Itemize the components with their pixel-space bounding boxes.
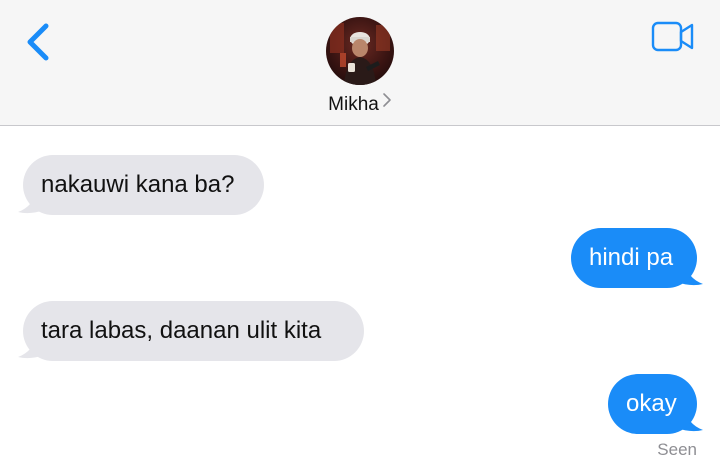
message-text: okay [626, 390, 677, 417]
avatar[interactable] [326, 17, 394, 85]
message-text: hindi pa [589, 244, 674, 271]
conversation-screen: Mikha nakauwi kana ba? hindi pa tara lab… [0, 0, 720, 472]
back-button[interactable] [18, 18, 62, 66]
contact-name: Mikha [328, 94, 379, 115]
contact-name-button[interactable]: Mikha [0, 92, 720, 116]
message-bubble-outgoing[interactable]: okay [608, 374, 697, 434]
read-receipt: Seen [657, 440, 697, 459]
video-call-button[interactable] [648, 18, 698, 56]
message-text: nakauwi kana ba? [41, 171, 235, 198]
message-bubble-incoming[interactable]: nakauwi kana ba? [23, 155, 264, 215]
conversation-header: Mikha [0, 0, 720, 126]
message-bubble-incoming[interactable]: tara labas, daanan ulit kita [23, 301, 364, 361]
message-text: tara labas, daanan ulit kita [41, 317, 322, 344]
chevron-right-icon [382, 92, 392, 114]
chevron-left-icon [27, 23, 49, 61]
message-bubble-outgoing[interactable]: hindi pa [571, 228, 697, 288]
video-camera-icon [651, 21, 694, 52]
contact-avatar-photo [326, 17, 394, 85]
